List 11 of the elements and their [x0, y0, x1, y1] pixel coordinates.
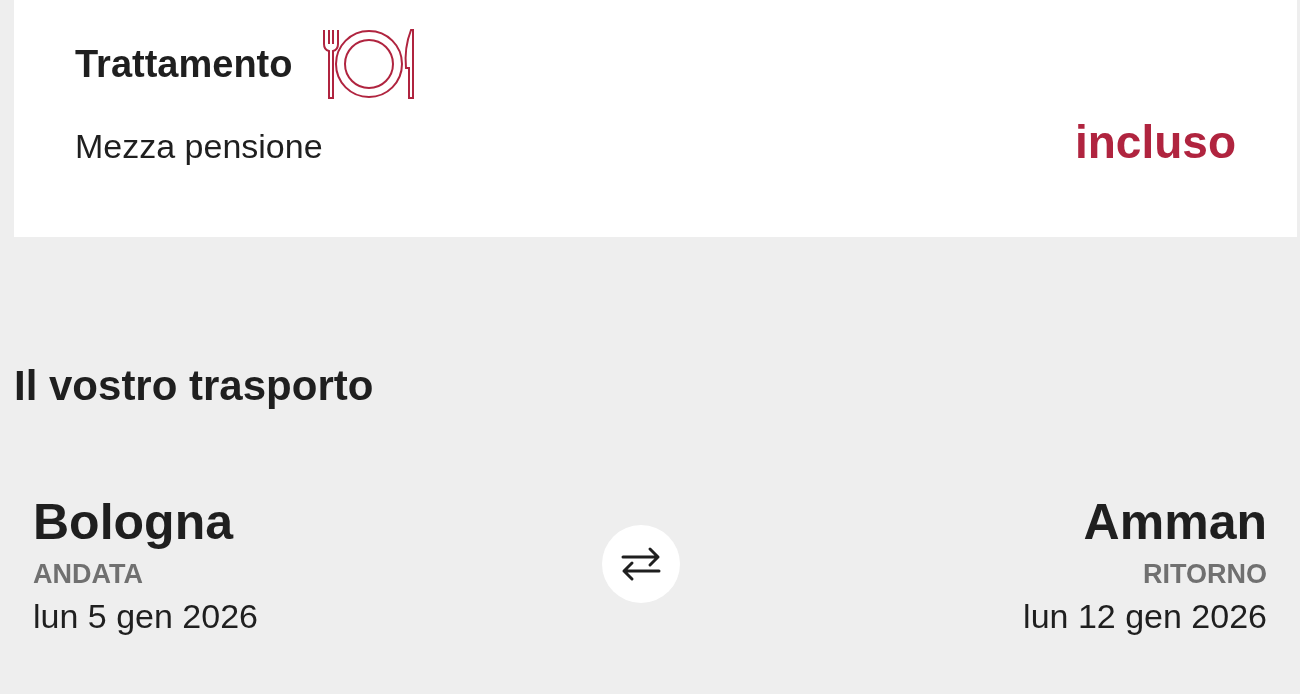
leg-date: lun 12 gen 2026 [1023, 596, 1267, 638]
city-name: Amman [1083, 493, 1267, 552]
meal-status: incluso [1074, 115, 1236, 170]
meal-board: Mezza pensione [75, 126, 323, 167]
leg-label: ANDATA [33, 557, 143, 591]
section-title: Il vostro trasporto [14, 365, 375, 407]
leg-date: lun 5 gen 2026 [33, 596, 258, 638]
leg-label: RITORNO [1142, 557, 1267, 591]
plate-cutlery-icon [322, 28, 417, 100]
meal-title: Trattamento [75, 41, 293, 87]
city-name: Bologna [33, 493, 233, 552]
